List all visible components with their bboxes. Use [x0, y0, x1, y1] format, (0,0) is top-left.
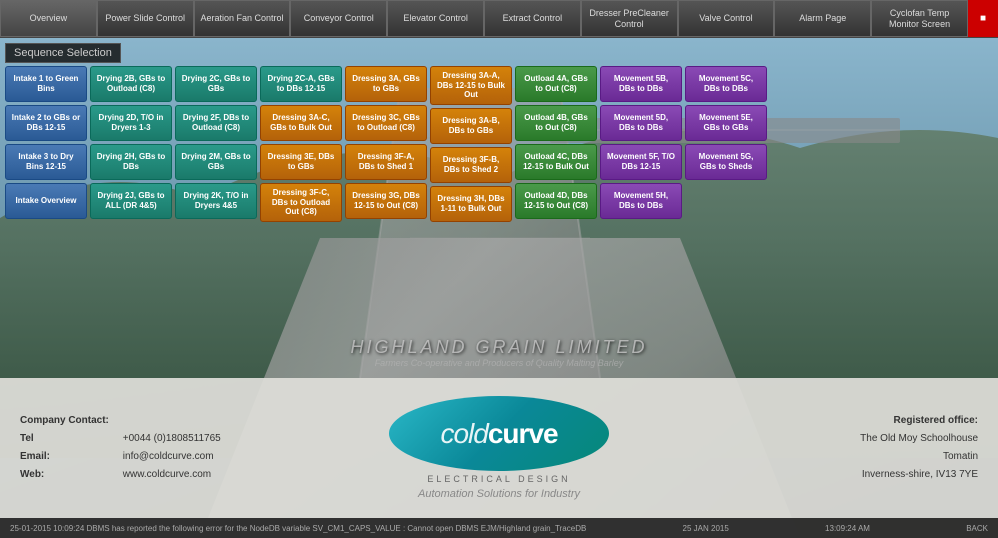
seq-btn-dry2ca[interactable]: Drying 2C-A, GBs to DBs 12-15: [260, 66, 342, 102]
nav-valve[interactable]: Valve Control: [678, 0, 775, 37]
highland-grain-branding: HIGHLAND GRAIN LIMITED Farmers Co-operat…: [350, 337, 647, 368]
navigation-bar: Overview Power Slide Control Aeration Fa…: [0, 0, 998, 38]
seq-btn-out4b[interactable]: Outload 4B, GBs to Out (C8): [515, 105, 597, 141]
seq-btn-dress3fc[interactable]: Dressing 3F-C, DBs to Outload Out (C8): [260, 183, 342, 222]
nav-power-slide[interactable]: Power Slide Control: [97, 0, 194, 37]
nav-dresser[interactable]: Dresser PreCleaner Control: [581, 0, 678, 37]
seq-btn-dress3g[interactable]: Dressing 3G, DBs 12-15 to Out (C8): [345, 183, 427, 219]
seq-btn-mov5d[interactable]: Movement 5D, DBs to DBs: [600, 105, 682, 141]
seq-column-dry3: Drying 2C, GBs to GBs Drying 2F, DBs to …: [175, 66, 257, 222]
seq-btn-intake-overview[interactable]: Intake Overview: [5, 183, 87, 219]
logo-text-cold: cold: [440, 418, 487, 450]
status-back[interactable]: BACK: [966, 524, 988, 533]
nav-indicator: ■: [968, 0, 998, 37]
seq-btn-dry2k[interactable]: Drying 2K, T/O in Dryers 4&5: [175, 183, 257, 219]
seq-btn-out4a[interactable]: Outload 4A, GBs to Out (C8): [515, 66, 597, 102]
highland-grain-subtitle: Farmers Co-operative and Producers of Qu…: [350, 358, 647, 368]
seq-btn-dress3fb[interactable]: Dressing 3F-B, DBs to Shed 2: [430, 147, 512, 183]
status-bar: 25-01-2015 10:09:24 DBMS has reported th…: [0, 518, 998, 538]
seq-btn-dress3aa[interactable]: Dressing 3A-A, DBs 12-15 to Bulk Out: [430, 66, 512, 105]
status-date: 25 JAN 2015: [683, 524, 729, 533]
registered-line2: Tomatin: [704, 448, 978, 466]
registered-label: Registered office:: [704, 412, 978, 430]
nav-aeration-fan[interactable]: Aeration Fan Control: [194, 0, 291, 37]
registered-line3: Inverness-shire, IV13 7YE: [704, 466, 978, 484]
seq-btn-mov5f[interactable]: Movement 5F, T/O DBs 12-15: [600, 144, 682, 180]
seq-column-outload: Outload 4A, GBs to Out (C8) Outload 4B, …: [515, 66, 597, 222]
seq-btn-dress3c[interactable]: Dressing 3C, GBs to Outload (C8): [345, 105, 427, 141]
seq-btn-dry2d[interactable]: Drying 2D, T/O in Dryers 1-3: [90, 105, 172, 141]
nav-conveyor[interactable]: Conveyor Control: [290, 0, 387, 37]
logo-text-curve: curve: [488, 418, 558, 450]
seq-btn-intake3[interactable]: Intake 3 to Dry Bins 12-15: [5, 144, 87, 180]
main-content: Sequence Selection Intake 1 to Green Bin…: [0, 38, 998, 538]
seq-btn-dress3a[interactable]: Dressing 3A, GBs to GBs: [345, 66, 427, 102]
logo-subtitle: ELECTRICAL DESIGN: [427, 474, 570, 484]
seq-btn-dry2h[interactable]: Drying 2H, GBs to DBs: [90, 144, 172, 180]
seq-btn-dry2b[interactable]: Drying 2B, GBs to Outload (C8): [90, 66, 172, 102]
seq-column-intake: Intake 1 to Green Bins Intake 2 to GBs o…: [5, 66, 87, 222]
sequence-panel: Sequence Selection Intake 1 to Green Bin…: [5, 43, 985, 222]
seq-column-dress5: Dressing 3A, GBs to GBs Dressing 3C, GBs…: [345, 66, 427, 222]
seq-btn-dry2m[interactable]: Drying 2M, GBs to GBs: [175, 144, 257, 180]
seq-column-dry4: Drying 2C-A, GBs to DBs 12-15 Dressing 3…: [260, 66, 342, 222]
nav-extract[interactable]: Extract Control: [484, 0, 581, 37]
highland-grain-title: HIGHLAND GRAIN LIMITED: [350, 337, 647, 358]
seq-btn-dress3e[interactable]: Dressing 3E, DBs to GBs: [260, 144, 342, 180]
contact-web: Web: www.coldcurve.com: [20, 466, 294, 484]
seq-btn-out4d[interactable]: Outload 4D, DBs 12-15 to Out (C8): [515, 183, 597, 219]
seq-column-mov8: Movement 5B, DBs to DBs Movement 5D, DBs…: [600, 66, 682, 222]
logo-tagline: Automation Solutions for Industry: [418, 488, 580, 500]
nav-overview[interactable]: Overview: [0, 0, 97, 37]
seq-btn-dress3h[interactable]: Dressing 3H, DBs 1-11 to Bulk Out: [430, 186, 512, 222]
seq-btn-dress3fa[interactable]: Dressing 3F-A, DBs to Shed 1: [345, 144, 427, 180]
bottom-main: Company Contact: Tel +0044 (0)1808511765…: [0, 378, 998, 518]
seq-btn-mov5b[interactable]: Movement 5B, DBs to DBs: [600, 66, 682, 102]
seq-btn-dry2c[interactable]: Drying 2C, GBs to GBs: [175, 66, 257, 102]
seq-btn-dry2j[interactable]: Drying 2J, GBs to ALL (DR 4&5): [90, 183, 172, 219]
contact-label: Company Contact:: [20, 412, 294, 430]
seq-column-dry2: Drying 2B, GBs to Outload (C8) Drying 2D…: [90, 66, 172, 222]
seq-btn-mov5h[interactable]: Movement 5H, DBs to DBs: [600, 183, 682, 219]
sequence-title: Sequence Selection: [5, 43, 121, 63]
seq-btn-mov5g[interactable]: Movement 5G, GBs to Sheds: [685, 144, 767, 180]
bottom-section: Company Contact: Tel +0044 (0)1808511765…: [0, 378, 998, 538]
nav-cyclofan[interactable]: Cyclofan Temp Monitor Screen: [871, 0, 968, 37]
seq-btn-mov5c[interactable]: Movement 5C, DBs to DBs: [685, 66, 767, 102]
contact-info: Company Contact: Tel +0044 (0)1808511765…: [20, 412, 294, 484]
registered-line1: The Old Moy Schoolhouse: [704, 430, 978, 448]
seq-btn-dry2f[interactable]: Drying 2F, DBs to Outload (C8): [175, 105, 257, 141]
registered-office: Registered office: The Old Moy Schoolhou…: [704, 412, 978, 484]
nav-elevator[interactable]: Elevator Control: [387, 0, 484, 37]
company-logo: cold curve ELECTRICAL DESIGN Automation …: [294, 396, 705, 500]
status-message: 25-01-2015 10:09:24 DBMS has reported th…: [10, 524, 586, 533]
seq-btn-intake2[interactable]: Intake 2 to GBs or DBs 12-15: [5, 105, 87, 141]
seq-column-mov9: Movement 5C, DBs to DBs Movement 5E, GBs…: [685, 66, 767, 222]
seq-column-dress6: Dressing 3A-A, DBs 12-15 to Bulk Out Dre…: [430, 66, 512, 222]
contact-email: Email: info@coldcurve.com: [20, 448, 294, 466]
seq-btn-out4c[interactable]: Outload 4C, DBs 12-15 to Bulk Out: [515, 144, 597, 180]
seq-btn-intake1[interactable]: Intake 1 to Green Bins: [5, 66, 87, 102]
contact-tel: Tel +0044 (0)1808511765: [20, 430, 294, 448]
seq-btn-mov5e[interactable]: Movement 5E, GBs to GBs: [685, 105, 767, 141]
status-time: 13:09:24 AM: [825, 524, 870, 533]
seq-btn-dress3ab[interactable]: Dressing 3A-B, DBs to GBs: [430, 108, 512, 144]
nav-alarm[interactable]: Alarm Page: [774, 0, 871, 37]
logo-oval: cold curve: [389, 396, 609, 471]
sequence-grid: Intake 1 to Green Bins Intake 2 to GBs o…: [5, 66, 985, 222]
seq-btn-dress3ac[interactable]: Dressing 3A-C, GBs to Bulk Out: [260, 105, 342, 141]
